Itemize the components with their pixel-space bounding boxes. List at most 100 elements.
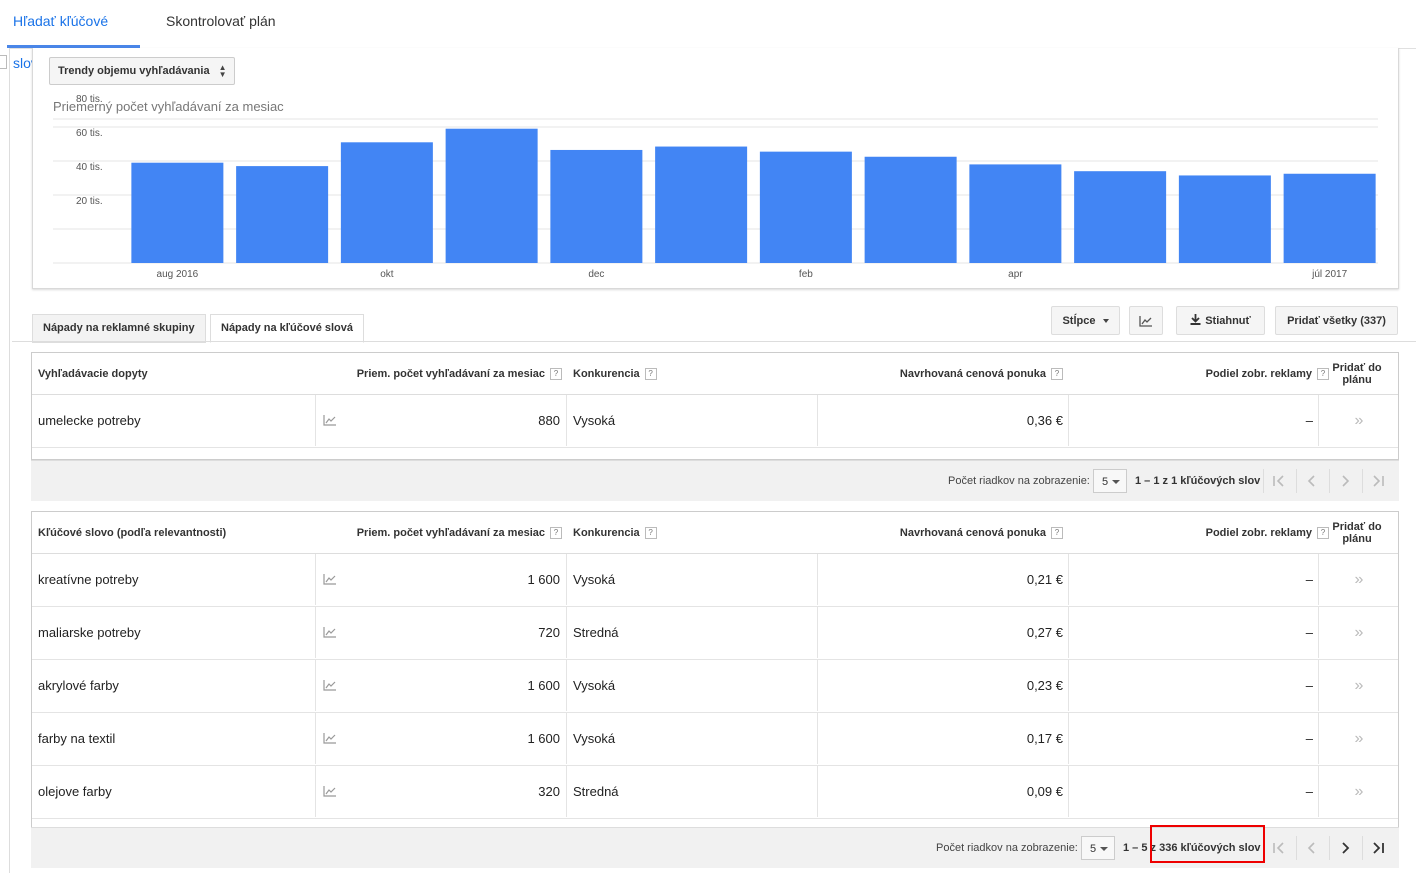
header-ad-impression-share[interactable]: Podiel zobr. reklamy?	[1092, 353, 1329, 394]
header-avg-searches[interactable]: Priem. počet vyhľadávaní za mesiac?	[332, 512, 562, 553]
suggested-bid-cell: 0,21 €	[1026, 572, 1063, 587]
download-icon	[1190, 314, 1201, 325]
table-row: umelecke potreby 880 Vysoká 0,36 € – »	[32, 395, 1398, 448]
table-row: akrylové farby 1 600 Vysoká 0,23 € – »	[32, 660, 1398, 713]
next-page-button[interactable]	[1329, 836, 1360, 860]
column-divider	[1068, 395, 1069, 446]
chart-bar[interactable]	[1074, 171, 1167, 263]
trend-chart-icon[interactable]	[323, 573, 337, 585]
help-icon[interactable]: ?	[550, 367, 562, 380]
rows-per-page-select[interactable]: 5	[1081, 836, 1115, 860]
next-page-button[interactable]	[1329, 469, 1360, 493]
chart-bar[interactable]	[236, 166, 329, 263]
chart-view-button[interactable]	[1129, 306, 1163, 335]
chart-bar[interactable]	[864, 156, 957, 263]
column-divider	[817, 554, 818, 605]
chart-bar[interactable]	[969, 164, 1062, 263]
trend-chart-icon[interactable]	[323, 732, 337, 744]
keyword-cell: olejove farby	[38, 784, 112, 799]
tab-keyword-ideas[interactable]: Nápady na kľúčové slová	[210, 314, 365, 343]
competition-cell: Vysoká	[573, 678, 616, 693]
tab-ad-group-ideas[interactable]: Nápady na reklamné skupiny	[32, 314, 206, 343]
chart-bar[interactable]	[1178, 175, 1271, 263]
help-icon[interactable]: ?	[1051, 367, 1063, 380]
trend-chart-icon[interactable]	[323, 785, 337, 797]
trend-chart-icon[interactable]	[323, 626, 337, 638]
header-competition[interactable]: Konkurencia?	[573, 353, 657, 394]
help-icon[interactable]: ?	[1051, 526, 1063, 539]
add-to-plan-icon[interactable]: »	[1350, 660, 1368, 711]
avg-searches-cell: 880	[538, 413, 560, 428]
header-ad-impression-share[interactable]: Podiel zobr. reklamy?	[1092, 512, 1329, 553]
keyword-ideas-table: Kľúčové slovo (podľa relevantnosti) Prie…	[31, 511, 1399, 828]
columns-button[interactable]: Stĺpce	[1051, 306, 1120, 335]
chevron-right-icon	[1342, 475, 1350, 487]
rows-per-page-value: 5	[1090, 843, 1097, 855]
impression-share-cell: –	[1305, 678, 1313, 693]
keyword-cell: umelecke potreby	[38, 413, 141, 428]
header-avg-searches[interactable]: Priem. počet vyhľadávaní za mesiac?	[332, 353, 562, 394]
download-button[interactable]: Stiahnuť	[1176, 306, 1265, 335]
rows-per-page-label: Počet riadkov na zobrazenie:	[936, 842, 1078, 854]
keyword-cell: maliarske potreby	[38, 625, 141, 640]
previous-page-button[interactable]	[1296, 836, 1327, 860]
add-all-button[interactable]: Pridať všetky (337)	[1275, 306, 1398, 335]
help-icon[interactable]: ?	[644, 526, 657, 539]
chart-bar[interactable]	[340, 142, 433, 263]
column-divider	[1068, 660, 1069, 711]
tabs-divider	[12, 341, 1416, 342]
last-page-button[interactable]	[1362, 469, 1393, 493]
competition-cell: Stredná	[573, 625, 619, 640]
last-page-button[interactable]	[1362, 836, 1393, 860]
header-suggested-bid[interactable]: Navrhovaná cenová ponuka?	[832, 353, 1063, 394]
add-to-plan-icon[interactable]: »	[1350, 713, 1368, 764]
chart-bar[interactable]	[655, 146, 748, 263]
x-tick-label: júl 2017	[1311, 269, 1347, 280]
column-divider	[1318, 713, 1319, 764]
first-page-button[interactable]	[1263, 836, 1294, 860]
table-row: kreatívne potreby 1 600 Vysoká 0,21 € – »	[32, 554, 1398, 607]
last-page-icon	[1373, 842, 1384, 854]
chevron-left-icon	[1307, 475, 1315, 487]
avg-searches-cell: 1 600	[527, 572, 560, 587]
rows-per-page-select[interactable]: 5	[1093, 469, 1127, 493]
column-divider	[566, 766, 567, 817]
chart-bar[interactable]	[1283, 173, 1376, 263]
add-to-plan-icon[interactable]: »	[1350, 554, 1368, 605]
column-divider	[566, 395, 567, 446]
previous-page-button[interactable]	[1296, 469, 1327, 493]
column-divider	[1318, 660, 1319, 711]
tab-search-keywords[interactable]: Hľadať kľúčové slová	[7, 0, 140, 71]
trend-chart-icon[interactable]	[323, 679, 337, 691]
chart-bar[interactable]	[131, 162, 224, 263]
trend-chart-icon[interactable]	[323, 414, 337, 426]
column-divider	[315, 713, 316, 764]
help-icon[interactable]: ?	[644, 367, 657, 380]
keyword-cell: akrylové farby	[38, 678, 119, 693]
header-competition[interactable]: Konkurencia?	[573, 512, 657, 553]
add-to-plan-icon[interactable]: »	[1350, 766, 1368, 817]
left-sidebar-edge	[0, 48, 10, 873]
x-tick-label: feb	[799, 269, 813, 280]
y-tick-label: 20 tis.	[76, 196, 103, 207]
chart-bar[interactable]	[550, 149, 643, 263]
help-icon[interactable]: ?	[550, 526, 562, 539]
add-to-plan-icon[interactable]: »	[1350, 607, 1368, 658]
sidebar-toggle-handle[interactable]	[0, 55, 7, 69]
header-keyword-by-relevance[interactable]: Kľúčové slovo (podľa relevantnosti)	[38, 512, 226, 553]
add-to-plan-icon[interactable]: »	[1350, 395, 1368, 446]
header-suggested-bid[interactable]: Navrhovaná cenová ponuka?	[832, 512, 1063, 553]
chart-bar[interactable]	[759, 151, 852, 263]
first-page-button[interactable]	[1263, 469, 1294, 493]
column-divider	[817, 607, 818, 658]
column-divider	[817, 713, 818, 764]
line-chart-icon	[1139, 316, 1152, 327]
bar-chart: 20 tis. 40 tis. 60 tis. 80 tis. aug 2016 okt d…	[53, 94, 1378, 280]
columns-button-label: Stĺpce	[1062, 315, 1096, 327]
tab-review-plan[interactable]: Skontrolovať plán	[160, 0, 282, 46]
column-divider	[566, 713, 567, 764]
chart-bar[interactable]	[445, 128, 538, 263]
header-search-queries: Vyhľadávacie dopyty	[38, 367, 148, 380]
column-divider	[1068, 607, 1069, 658]
keyword-cell: kreatívne potreby	[38, 572, 139, 587]
